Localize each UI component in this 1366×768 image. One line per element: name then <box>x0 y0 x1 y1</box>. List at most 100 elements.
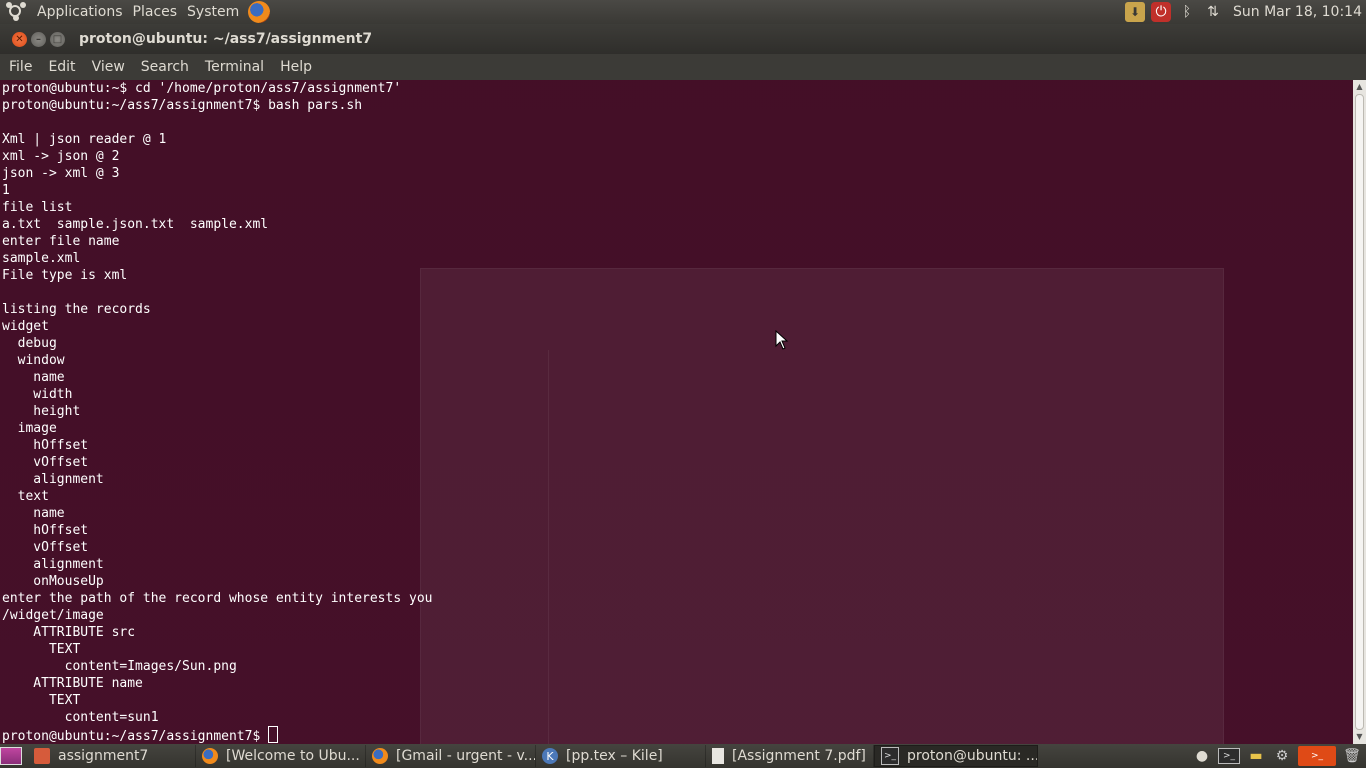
terminal-line: name <box>2 370 65 385</box>
task-firefox-gmail[interactable]: [Gmail - urgent - v... <box>366 745 536 767</box>
terminal-line: window <box>2 353 65 368</box>
terminal-line: widget <box>2 319 49 334</box>
terminal-line: content=sun1 <box>2 710 159 725</box>
folder-launcher-icon[interactable]: ▬ <box>1246 746 1266 766</box>
bottom-panel: assignment7 [Welcome to Ubu... [Gmail - … <box>0 744 1366 768</box>
terminal-line: enter the path of the record whose entit… <box>2 591 433 606</box>
terminal-line: proton@ubuntu:~/ass7/assignment7$ bash p… <box>2 98 363 113</box>
terminal-line: ATTRIBUTE src <box>2 625 136 640</box>
terminal-line: vOffset <box>2 540 89 555</box>
close-icon[interactable]: ✕ <box>12 31 27 47</box>
kile-icon: K <box>542 748 558 764</box>
clock[interactable]: Sun Mar 18, 10:14 <box>1233 4 1362 20</box>
menu-edit[interactable]: Edit <box>40 59 83 75</box>
terminal-line: vOffset <box>2 455 89 470</box>
terminal-line: a.txt sample.json.txt sample.xml <box>2 217 269 232</box>
scrollbar-thumb[interactable] <box>1355 94 1364 730</box>
terminal-prompt: proton@ubuntu:~/ass7/assignment7$ <box>2 729 269 744</box>
task-label: [pp.tex – Kile] <box>566 748 663 764</box>
terminal-line: TEXT <box>2 693 81 708</box>
menu-search[interactable]: Search <box>133 59 197 75</box>
terminal-line: File type is xml <box>2 268 128 283</box>
places-menu[interactable]: Places <box>128 0 183 24</box>
task-pdf-viewer[interactable]: [Assignment 7.pdf] <box>706 745 874 767</box>
firefox-launcher-icon[interactable] <box>248 1 271 23</box>
terminal-prompt-line: proton@ubuntu:~/ass7/assignment7$ <box>2 726 432 744</box>
firefox-icon <box>202 748 218 764</box>
terminal-line: sample.xml <box>2 251 81 266</box>
terminal-line: hOffset <box>2 523 89 538</box>
update-notifier-icon[interactable]: ⬇ <box>1124 2 1145 22</box>
terminal-line: name <box>2 506 65 521</box>
terminal-line: /widget/image <box>2 608 104 623</box>
top-panel: Applications Places System ⬇ ⏻ ᛒ ⇅ Sun M… <box>0 0 1366 24</box>
panel-tray: ⬇ ⏻ ᛒ ⇅ Sun Mar 18, 10:14 <box>1124 0 1362 24</box>
applications-menu[interactable]: Applications <box>32 0 128 24</box>
scroll-down-arrow-icon[interactable]: ▼ <box>1353 730 1366 744</box>
terminal-icon: >_ <box>881 747 899 765</box>
terminal-scrollbar[interactable]: ▲ ▼ <box>1353 80 1366 744</box>
terminal-text: proton@ubuntu:~$ cd '/home/proton/ass7/a… <box>2 80 433 744</box>
trash-icon[interactable]: 🗑 <box>1342 746 1362 766</box>
terminal-line: Xml | json reader @ 1 <box>2 132 167 147</box>
settings-icon[interactable]: ⚙ <box>1272 746 1292 766</box>
terminal-launcher-icon[interactable]: >_ <box>1218 748 1240 764</box>
menu-terminal[interactable]: Terminal <box>197 59 272 75</box>
terminal-line: proton@ubuntu:~$ cd '/home/proton/ass7/a… <box>2 81 402 96</box>
ubuntu-logo-icon[interactable] <box>6 2 26 22</box>
background-sidebar-shadow <box>420 350 549 744</box>
terminal-line: onMouseUp <box>2 574 104 589</box>
terminal-line: width <box>2 387 73 402</box>
firefox-icon <box>372 748 388 764</box>
text-cursor <box>268 726 279 743</box>
terminal-line: text <box>2 489 49 504</box>
task-label: assignment7 <box>58 748 149 764</box>
network-applet-icon[interactable]: ● <box>1192 746 1212 766</box>
terminal-line: alignment <box>2 472 104 487</box>
terminal-line: file list <box>2 200 73 215</box>
task-label: proton@ubuntu: ... <box>907 748 1038 764</box>
window-titlebar[interactable]: ✕ – □ proton@ubuntu: ~/ass7/assignment7 <box>0 24 1366 54</box>
terminal-line: ATTRIBUTE name <box>2 676 143 691</box>
task-label: [Gmail - urgent - v... <box>396 748 536 764</box>
folder-icon <box>34 748 50 764</box>
maximize-icon[interactable]: □ <box>50 31 65 47</box>
terminal-line: json -> xml @ 3 <box>2 166 120 181</box>
document-icon <box>712 748 724 764</box>
menubar: File Edit View Search Terminal Help <box>0 54 1366 80</box>
terminal-line: 1 <box>2 183 10 198</box>
task-terminal[interactable]: >_ proton@ubuntu: ... <box>874 745 1038 767</box>
terminal-window: ✕ – □ proton@ubuntu: ~/ass7/assignment7 … <box>0 24 1366 744</box>
task-label: [Welcome to Ubu... <box>226 748 360 764</box>
terminal-line: content=Images/Sun.png <box>2 659 237 674</box>
task-assignment7[interactable]: assignment7 <box>28 745 196 767</box>
menu-file[interactable]: File <box>0 59 40 75</box>
terminal-line: enter file name <box>2 234 120 249</box>
bluetooth-icon[interactable]: ᛒ <box>1177 2 1197 22</box>
terminal-line: TEXT <box>2 642 81 657</box>
menu-view[interactable]: View <box>84 59 133 75</box>
task-kile[interactable]: K [pp.tex – Kile] <box>536 745 706 767</box>
terminal-line: debug <box>2 336 57 351</box>
power-icon[interactable]: ⏻ <box>1150 2 1171 22</box>
window-title: proton@ubuntu: ~/ass7/assignment7 <box>79 31 373 47</box>
terminal-output-area[interactable]: proton@ubuntu:~$ cd '/home/proton/ass7/a… <box>0 80 1353 744</box>
terminal-line: listing the records <box>2 302 151 317</box>
network-icon[interactable]: ⇅ <box>1203 2 1223 22</box>
show-desktop-icon[interactable] <box>0 747 22 765</box>
terminal-line: alignment <box>2 557 104 572</box>
system-menu[interactable]: System <box>182 0 244 24</box>
terminal-line: image <box>2 421 57 436</box>
terminal-line: xml -> json @ 2 <box>2 149 120 164</box>
task-firefox-welcome[interactable]: [Welcome to Ubu... <box>196 745 366 767</box>
active-terminal-icon[interactable]: >_ <box>1298 746 1336 766</box>
minimize-icon[interactable]: – <box>31 31 46 47</box>
terminal-line: height <box>2 404 81 419</box>
scroll-up-arrow-icon[interactable]: ▲ <box>1353 80 1366 94</box>
task-label: [Assignment 7.pdf] <box>732 748 866 764</box>
menu-help[interactable]: Help <box>272 59 320 75</box>
bottom-tray: ● >_ ▬ ⚙ >_ 🗑 <box>1192 744 1366 768</box>
terminal-line: hOffset <box>2 438 89 453</box>
